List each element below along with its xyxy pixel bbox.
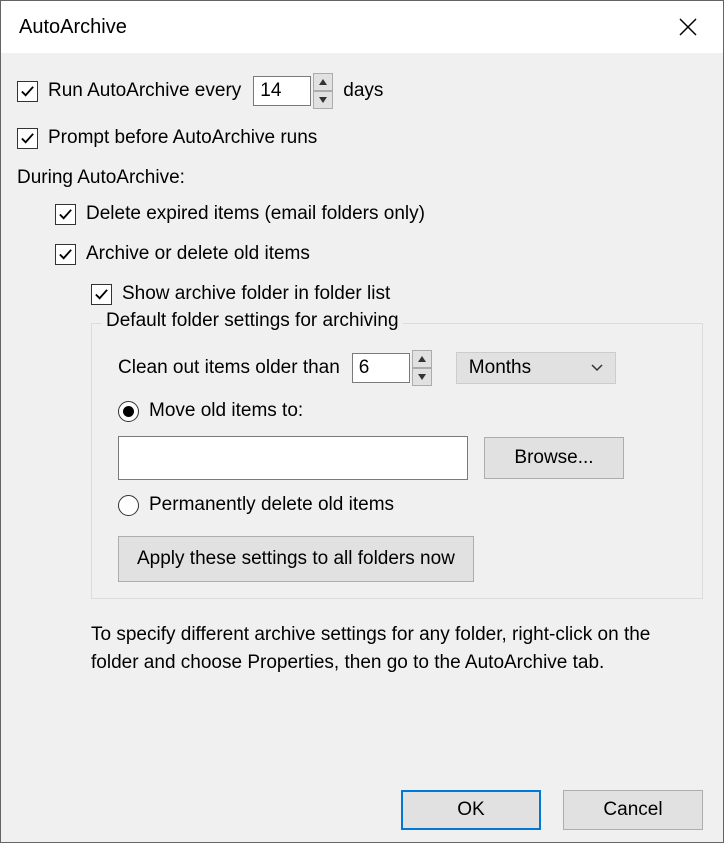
clean-out-spinner-down[interactable] — [412, 368, 432, 386]
run-every-spinner-up[interactable] — [313, 73, 333, 91]
move-radio[interactable] — [118, 401, 139, 422]
archive-delete-row: Archive or delete old items — [55, 243, 707, 265]
browse-button[interactable]: Browse... — [484, 437, 624, 479]
browse-button-label: Browse... — [514, 447, 593, 469]
delete-expired-label: Delete expired items (email folders only… — [86, 203, 425, 225]
delete-expired-row: Delete expired items (email folders only… — [55, 203, 707, 225]
close-icon — [679, 18, 697, 36]
move-path-input[interactable] — [118, 436, 468, 480]
run-every-checkbox[interactable] — [17, 81, 38, 102]
apply-all-button[interactable]: Apply these settings to all folders now — [118, 536, 474, 582]
defaults-legend: Default folder settings for archiving — [102, 310, 403, 332]
run-every-label-suffix: days — [343, 80, 383, 102]
cancel-button-label: Cancel — [603, 799, 662, 821]
close-button[interactable] — [668, 7, 708, 47]
ok-button-label: OK — [457, 799, 484, 821]
autoarchive-dialog: AutoArchive Run AutoArchive every days P… — [0, 0, 724, 843]
run-every-row: Run AutoArchive every days — [17, 73, 707, 109]
prompt-checkbox[interactable] — [17, 128, 38, 149]
chevron-up-icon — [319, 79, 327, 85]
run-every-spinner-down[interactable] — [313, 91, 333, 109]
unit-select-value: Months — [469, 357, 531, 379]
chevron-down-icon — [418, 374, 426, 380]
prompt-row: Prompt before AutoArchive runs — [17, 127, 707, 149]
clean-out-spinner — [412, 350, 432, 386]
run-every-input[interactable] — [253, 76, 311, 106]
perm-delete-row: Permanently delete old items — [118, 494, 686, 516]
defaults-fieldset: Default folder settings for archiving Cl… — [91, 323, 703, 599]
chevron-down-icon — [319, 97, 327, 103]
check-icon — [20, 131, 35, 146]
apply-all-button-label: Apply these settings to all folders now — [137, 548, 455, 570]
check-icon — [58, 207, 73, 222]
clean-out-row: Clean out items older than Months — [118, 350, 686, 386]
show-folder-checkbox[interactable] — [91, 284, 112, 305]
button-bar: OK Cancel — [401, 790, 703, 830]
clean-out-label: Clean out items older than — [118, 357, 340, 379]
check-icon — [58, 247, 73, 262]
ok-button[interactable]: OK — [401, 790, 541, 830]
delete-expired-checkbox[interactable] — [55, 204, 76, 225]
show-folder-row: Show archive folder in folder list — [91, 283, 707, 305]
check-icon — [20, 84, 35, 99]
clean-out-input[interactable] — [352, 353, 410, 383]
prompt-label: Prompt before AutoArchive runs — [48, 127, 317, 149]
archive-delete-checkbox[interactable] — [55, 244, 76, 265]
unit-select[interactable]: Months — [456, 352, 616, 384]
check-icon — [94, 287, 109, 302]
dialog-content: Run AutoArchive every days Prompt before… — [1, 53, 723, 842]
perm-delete-radio[interactable] — [118, 495, 139, 516]
titlebar: AutoArchive — [1, 1, 723, 53]
dialog-title: AutoArchive — [19, 16, 127, 39]
move-label: Move old items to: — [149, 400, 303, 422]
perm-delete-label: Permanently delete old items — [149, 494, 394, 516]
archive-delete-label: Archive or delete old items — [86, 243, 310, 265]
during-label: During AutoArchive: — [17, 167, 707, 189]
cancel-button[interactable]: Cancel — [563, 790, 703, 830]
run-every-spinner — [313, 73, 333, 109]
run-every-label-prefix: Run AutoArchive every — [48, 80, 241, 102]
info-text: To specify different archive settings fo… — [91, 621, 697, 676]
chevron-up-icon — [418, 356, 426, 362]
move-row: Move old items to: — [118, 400, 686, 422]
chevron-down-icon — [591, 364, 603, 372]
show-folder-label: Show archive folder in folder list — [122, 283, 390, 305]
clean-out-spinner-up[interactable] — [412, 350, 432, 368]
move-path-row: Browse... — [118, 436, 686, 480]
